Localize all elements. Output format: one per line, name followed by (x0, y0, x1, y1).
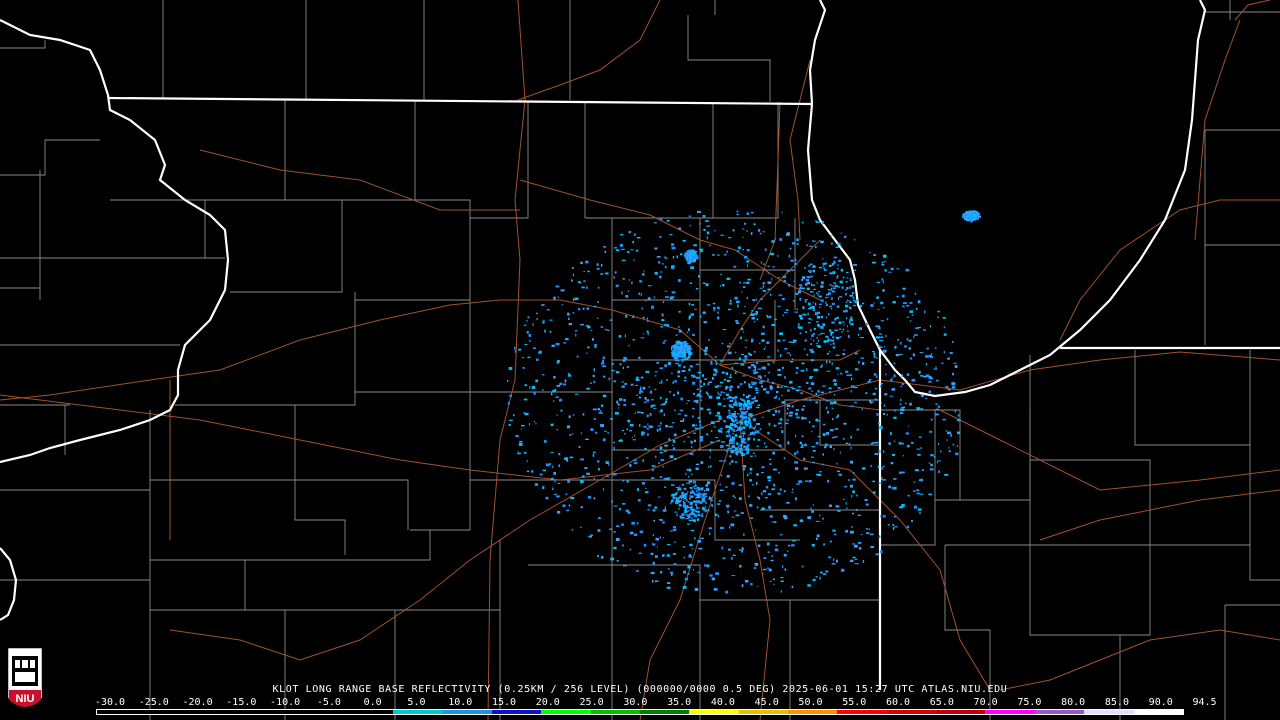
scale-label: 35.0 (667, 697, 692, 708)
product-caption: KLOT LONG RANGE BASE REFLECTIVITY (0.25K… (272, 684, 1008, 695)
scale-label: 70.0 (973, 697, 998, 708)
colorbar-segment (245, 710, 295, 714)
scale-label: 20.0 (535, 697, 560, 708)
reflectivity-colorbar (96, 709, 1184, 715)
scale-label: 15.0 (491, 697, 517, 708)
colorbar-segment (985, 710, 1035, 714)
scale-label: 90.0 (1148, 697, 1173, 708)
scale-labels: -30.0 -25.0 -20.0 -15.0 -10.0 -5.0 0.0 5.0 10.0 1… (94, 697, 1217, 709)
svg-text:NIU: NIU (16, 693, 35, 705)
colorbar-segment (886, 710, 937, 714)
colorbar-segment (1034, 710, 1085, 714)
colorbar-segment (491, 710, 542, 714)
colorbar-segment (195, 710, 246, 714)
scale-label: 60.0 (885, 697, 911, 708)
scale-label: -25.0 (138, 697, 169, 708)
scale-label: -5.0 (316, 697, 341, 708)
scale-label: -15.0 (226, 697, 257, 708)
colorbar-segment (738, 710, 789, 714)
colorbar-segment (590, 710, 640, 714)
colorbar-segment (343, 710, 394, 714)
scale-label: 30.0 (623, 697, 648, 708)
scale-label: 25.0 (579, 697, 604, 708)
niu-logo: NIU (7, 647, 43, 707)
scale-label: 80.0 (1061, 697, 1086, 708)
colorbar-segment (1084, 710, 1134, 714)
scale-label: 50.0 (798, 697, 823, 708)
scale-label: -10.0 (270, 697, 301, 708)
scale-label: 94.5 (1192, 697, 1217, 708)
scale-label: -20.0 (182, 697, 213, 708)
scale-label: 0.0 (363, 697, 382, 708)
colorbar-segment (97, 710, 147, 714)
colorbar-segment (639, 710, 690, 714)
colorbar-segment (294, 710, 344, 714)
scale-label: 5.0 (407, 697, 426, 708)
scale-label: 55.0 (842, 697, 867, 708)
colorbar-segment (788, 710, 838, 714)
colorbar-segment (442, 710, 492, 714)
scale-label: -30.0 (94, 697, 126, 708)
colorbar-segment (541, 710, 591, 714)
colorbar-segment (1133, 710, 1183, 714)
scale-label: 45.0 (754, 697, 779, 708)
scale-label: 10.0 (448, 697, 473, 708)
colorbar-segment (146, 710, 196, 714)
radar-map (0, 0, 1280, 720)
colorbar-segment (393, 710, 443, 714)
colorbar-segment (936, 710, 986, 714)
scale-label: 85.0 (1104, 697, 1129, 708)
colorbar-segment (689, 710, 739, 714)
scale-label: 75.0 (1017, 697, 1042, 708)
scale-label: 40.0 (710, 697, 735, 708)
scale-label: 65.0 (929, 697, 954, 708)
colorbar-segment (837, 710, 887, 714)
